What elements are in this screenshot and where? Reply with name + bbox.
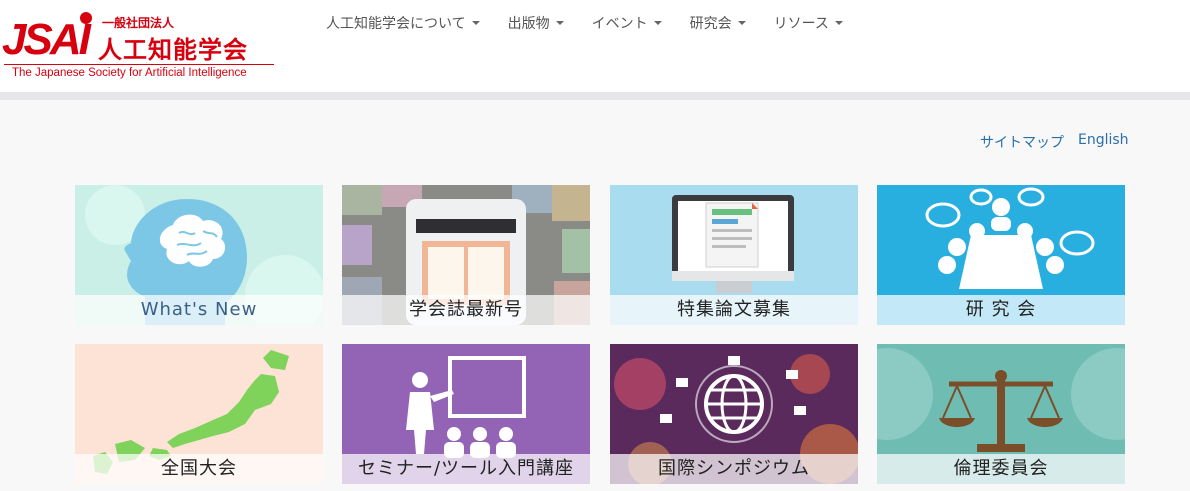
logo-corp-label: 一般社団法人 xyxy=(102,16,175,30)
chevron-down-icon xyxy=(471,21,480,25)
nav-about[interactable]: 人工知能学会について xyxy=(326,13,480,33)
tile-annual-conference[interactable]: 全国大会 xyxy=(75,344,323,484)
main-nav: 人工知能学会について 出版物 イベント 研究会 リソース xyxy=(312,0,857,46)
logo-mark: JSAI xyxy=(2,15,91,64)
sitemap-link[interactable]: サイトマップ xyxy=(980,132,1064,152)
logo-rule xyxy=(4,64,274,65)
nav-sig-label: 研究会 xyxy=(689,16,732,32)
nav-sig[interactable]: 研究会 xyxy=(690,13,746,33)
tile-intl-symposium[interactable]: 国際シンポジウム xyxy=(610,344,858,484)
tile-ethics-committee[interactable]: 倫理委員会 xyxy=(877,344,1125,484)
nav-publications-label: 出版物 xyxy=(507,16,550,32)
tile-special-issue-cfp[interactable]: 特集論文募集 xyxy=(610,185,858,325)
header-divider xyxy=(0,92,1190,100)
tile-label: セミナー/ツール入門講座 xyxy=(342,454,590,484)
chevron-down-icon xyxy=(555,21,564,25)
tile-seminar[interactable]: セミナー/ツール入門講座 xyxy=(342,344,590,484)
nav-events[interactable]: イベント xyxy=(592,13,662,33)
tile-label: What's New xyxy=(75,295,323,325)
nav-events-label: イベント xyxy=(591,16,648,32)
chevron-down-icon xyxy=(737,21,746,25)
tile-label: 特集論文募集 xyxy=(610,295,858,325)
jsai-logo[interactable]: JSAI 一般社団法人 人工知能学会 The Japanese Society … xyxy=(0,8,278,84)
nav-about-label: 人工知能学会について xyxy=(326,16,466,32)
english-link[interactable]: English xyxy=(1078,132,1129,148)
tile-label: 全国大会 xyxy=(75,454,323,484)
nav-resources-label: リソース xyxy=(773,16,829,32)
chevron-down-icon xyxy=(834,21,843,25)
tile-sig[interactable]: 研 究 会 xyxy=(877,185,1125,325)
chevron-down-icon xyxy=(653,21,662,25)
tile-label: 研 究 会 xyxy=(877,295,1125,325)
logo-org-name: 人工知能学会 xyxy=(98,36,248,64)
tile-whats-new[interactable]: What's New xyxy=(75,185,323,325)
tile-label: 倫理委員会 xyxy=(877,454,1125,484)
logo-dot xyxy=(80,12,92,24)
tile-journal-latest[interactable]: 学会誌最新号 xyxy=(342,185,590,325)
logo-english-name: The Japanese Society for Artificial Inte… xyxy=(12,67,247,79)
nav-resources[interactable]: リソース xyxy=(774,13,843,33)
tile-label: 学会誌最新号 xyxy=(342,295,590,325)
nav-publications[interactable]: 出版物 xyxy=(508,13,564,33)
site-header: JSAI 一般社団法人 人工知能学会 The Japanese Society … xyxy=(0,0,1190,92)
tile-label: 国際シンポジウム xyxy=(610,454,858,484)
